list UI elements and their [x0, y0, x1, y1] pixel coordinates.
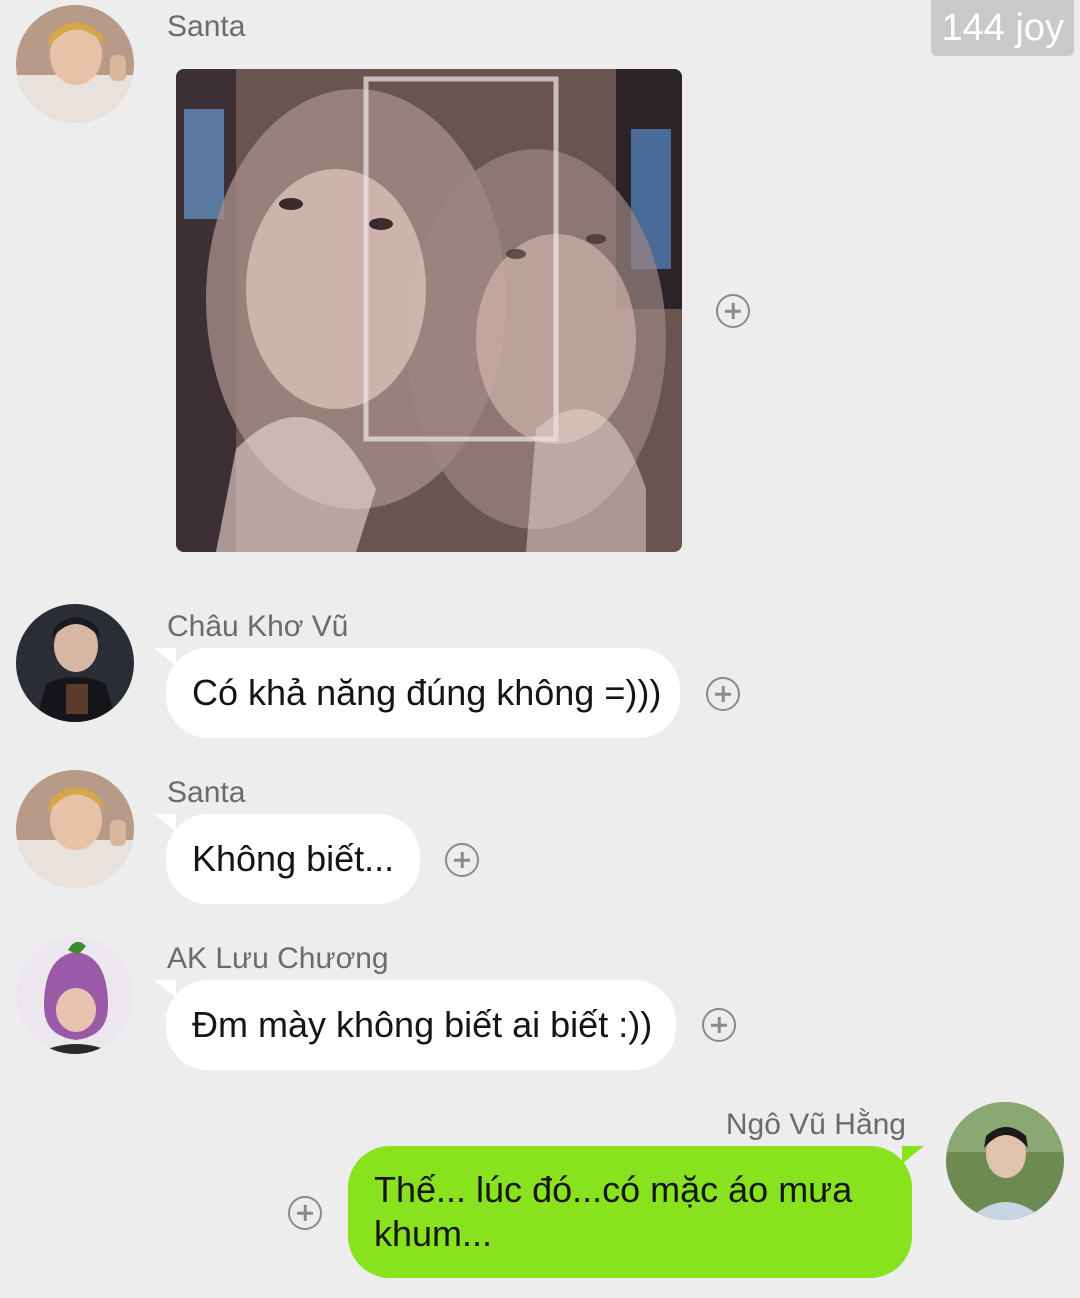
add-reaction-icon[interactable] — [445, 843, 479, 877]
chat-window: 144 joy Santa Châu Khơ Vũ Có khả năng đú… — [0, 0, 1080, 1298]
add-reaction-icon[interactable] — [706, 677, 740, 711]
add-reaction-icon[interactable] — [716, 294, 750, 328]
sender-name: AK Lưu Chương — [167, 942, 389, 975]
avatar-ak-luu-chuong[interactable] — [16, 936, 134, 1054]
sender-name: Châu Khơ Vũ — [167, 610, 349, 643]
avatar-santa[interactable] — [16, 5, 134, 123]
message-bubble[interactable]: Đm mày không biết ai biết :)) — [154, 980, 676, 1070]
avatar-chau-kho-vu[interactable] — [16, 604, 134, 722]
add-reaction-icon[interactable] — [702, 1008, 736, 1042]
sender-name: Ngô Vũ Hằng — [725, 1108, 906, 1141]
watermark-badge: 144 joy — [931, 0, 1074, 56]
avatar-ngo-vu-hang[interactable] — [946, 1102, 1064, 1220]
message-bubble[interactable]: Không biết... — [154, 814, 420, 904]
sender-name: Santa — [167, 776, 246, 809]
message-photo[interactable] — [176, 69, 682, 552]
message-bubble[interactable]: Có khả năng đúng không =))) — [154, 648, 680, 738]
sender-name: Santa — [167, 10, 246, 43]
add-reaction-icon[interactable] — [288, 1196, 322, 1230]
avatar-santa[interactable] — [16, 770, 134, 888]
message-bubble[interactable]: Thế... lúc đó...có mặc áo mưa khum... — [348, 1146, 924, 1278]
